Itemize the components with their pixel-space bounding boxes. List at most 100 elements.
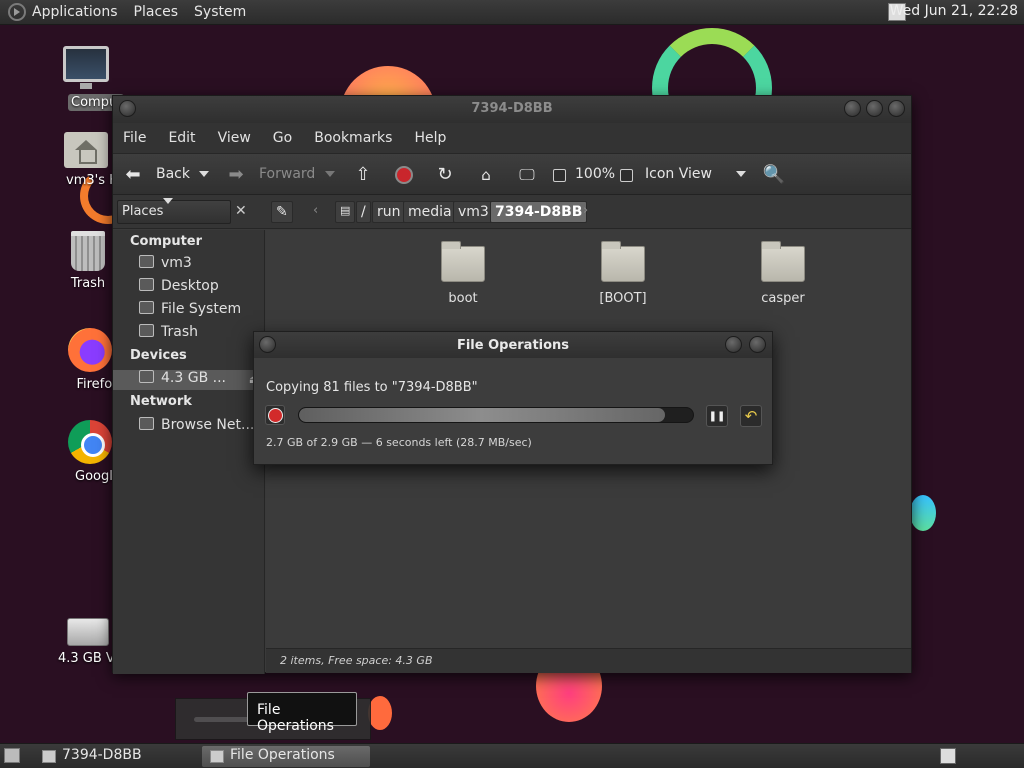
menu-system[interactable]: System (194, 4, 246, 20)
trash-icon (71, 231, 105, 271)
places-sidebar: Computer vm3 Desktop File System Trash D… (113, 230, 265, 674)
cancel-operation-button[interactable] (265, 405, 285, 425)
sidebar-item-desktop[interactable]: Desktop (139, 278, 257, 298)
taskbar-item-file-manager[interactable]: 7394-D8BB (34, 746, 200, 767)
drive-icon[interactable]: ▤ (335, 201, 355, 223)
sidebar-header-network: Network (130, 394, 192, 409)
status-bar: 2 items, Free space: 4.3 GB (266, 648, 911, 673)
zoom-in-icon[interactable] (616, 165, 636, 185)
breadcrumb-run[interactable]: run (372, 201, 406, 223)
distro-logo-icon[interactable] (8, 3, 26, 21)
window-titlebar[interactable]: 7394-D8BB (113, 96, 911, 123)
menu-file[interactable]: File (123, 130, 146, 146)
menu-edit[interactable]: Edit (168, 130, 195, 146)
computer-icon (63, 46, 109, 89)
sidebar-item-browse-network[interactable]: Browse Net... (139, 417, 257, 437)
forward-button: Forward (259, 166, 316, 182)
breadcrumb-vm3[interactable]: vm3 (453, 201, 494, 223)
menu-go[interactable]: Go (273, 130, 292, 146)
breadcrumb-media[interactable]: media (403, 201, 457, 223)
folder-icon (441, 241, 485, 282)
breadcrumb-right-icon[interactable]: › (583, 203, 588, 218)
folder-item[interactable]: casper (738, 241, 828, 306)
panel-clock[interactable]: Wed Jun 21, 22:28 (890, 3, 1018, 19)
sidebar-header-computer: Computer (130, 234, 203, 249)
toolbar: ⬅ Back ➡ Forward ⇧ ↻ ⌂ 🖵 100% Icon View … (113, 153, 911, 195)
menu-bookmarks[interactable]: Bookmarks (314, 130, 392, 146)
minimize-button[interactable] (844, 100, 861, 117)
folder-window-icon (42, 750, 56, 763)
breadcrumb-current[interactable]: 7394-D8BB (490, 201, 588, 223)
location-bar: Places ✕ ✎ ‹ ▤ / run media vm3 7394-D8BB… (113, 195, 911, 229)
search-icon[interactable]: 🔍 (763, 165, 785, 185)
maximize-button[interactable] (866, 100, 883, 117)
folder-label: casper (761, 291, 805, 306)
close-side-pane-icon[interactable]: ✕ (235, 203, 247, 219)
back-arrow-icon[interactable]: ⬅ (123, 165, 143, 185)
menu-places[interactable]: Places (134, 4, 179, 20)
folder-label: boot (448, 291, 478, 306)
network-icon (139, 417, 154, 430)
reload-icon[interactable]: ↻ (435, 165, 455, 185)
file-operations-icon (210, 750, 224, 763)
copy-progress-bar (298, 407, 694, 423)
top-panel: Applications Places System Wed Jun 21, 2… (0, 0, 1024, 25)
folder-icon (761, 241, 805, 282)
up-arrow-icon[interactable]: ⇧ (353, 165, 373, 185)
folder-item[interactable]: boot (418, 241, 508, 306)
sidebar-header-devices: Devices (130, 348, 187, 363)
folder-item[interactable]: [BOOT] (578, 241, 668, 306)
menu-help[interactable]: Help (414, 130, 446, 146)
workspace-switcher-icon[interactable] (940, 748, 956, 764)
file-operations-dialog: File Operations Copying 81 files to "739… (253, 331, 773, 465)
computer-icon[interactable]: 🖵 (517, 165, 537, 185)
close-button[interactable] (749, 336, 766, 353)
menubar: File Edit View Go Bookmarks Help (113, 123, 911, 153)
window-title: 7394-D8BB (471, 101, 553, 116)
pause-button[interactable]: ❚❚ (706, 405, 728, 427)
zoom-level: 100% (575, 166, 616, 182)
operation-progress-detail: 2.7 GB of 2.9 GB — 6 seconds left (28.7 … (266, 436, 532, 449)
progress-fill (299, 408, 666, 422)
dialog-title: File Operations (456, 338, 570, 353)
wallpaper-orb (368, 696, 392, 730)
close-button[interactable] (888, 100, 905, 117)
breadcrumb-left-icon[interactable]: ‹ (313, 203, 318, 218)
chevron-down-icon (163, 198, 174, 219)
operation-description: Copying 81 files to "7394-D8BB" (266, 380, 478, 395)
wallpaper-orb (910, 495, 936, 531)
taskbar-item-file-operations[interactable]: File Operations (202, 746, 370, 767)
undo-icon[interactable]: ↶ (740, 405, 762, 427)
back-history-dropdown[interactable] (199, 171, 209, 177)
view-mode-dropdown[interactable] (736, 171, 746, 177)
view-mode-select[interactable]: Icon View (645, 166, 712, 182)
trash-icon (139, 324, 154, 337)
side-pane-select[interactable]: Places (117, 198, 231, 224)
sidebar-item-trash[interactable]: Trash (139, 324, 257, 344)
menu-view[interactable]: View (218, 130, 251, 146)
taskbar-tooltip: File Operations (247, 692, 357, 734)
bottom-panel: 7394-D8BB File Operations (0, 743, 1024, 768)
breadcrumb-root[interactable]: / (356, 201, 371, 223)
home-icon[interactable]: ⌂ (476, 165, 496, 185)
home-folder-icon (64, 132, 108, 168)
edit-location-icon[interactable]: ✎ (271, 201, 293, 223)
forward-arrow-icon: ➡ (228, 164, 244, 185)
desktop-icon-label: Trash (70, 276, 106, 291)
folder-icon (601, 241, 645, 282)
sidebar-item-volume[interactable]: 4.3 GB ...⏏ (113, 370, 265, 390)
forward-history-dropdown (325, 171, 335, 177)
stop-icon[interactable] (394, 165, 414, 185)
minimize-button[interactable] (725, 336, 742, 353)
sidebar-item-vm3[interactable]: vm3 (139, 255, 257, 275)
folder-label: [BOOT] (599, 291, 647, 306)
sidebar-item-file-system[interactable]: File System (139, 301, 257, 321)
zoom-out-icon[interactable] (549, 165, 569, 185)
chrome-icon (68, 420, 112, 464)
home-folder-icon (139, 255, 154, 268)
back-button[interactable]: Back (156, 166, 190, 182)
show-desktop-icon[interactable] (4, 748, 20, 763)
menu-applications[interactable]: Applications (32, 4, 118, 20)
drive-icon (67, 618, 109, 646)
dialog-titlebar[interactable]: File Operations (254, 332, 772, 358)
